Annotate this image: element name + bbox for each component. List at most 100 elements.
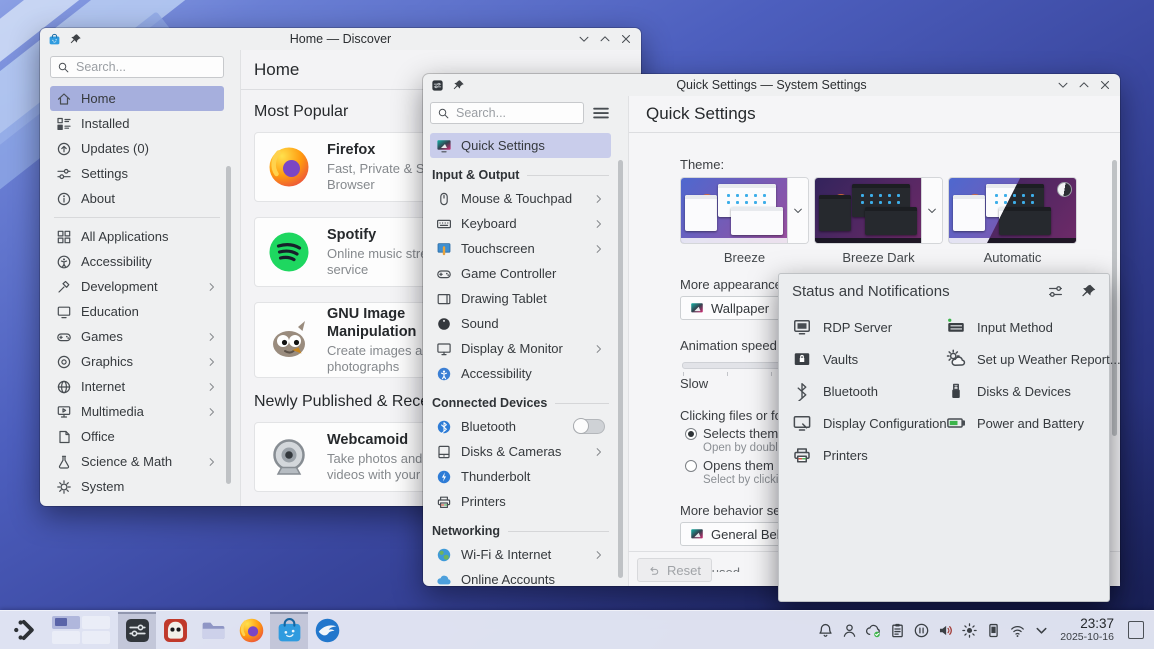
sidebar-item-accessibility[interactable]: Accessibility — [430, 361, 611, 386]
minimize-button[interactable] — [1056, 78, 1070, 92]
keyboard-icon — [436, 216, 452, 232]
sidebar-scrollbar[interactable] — [618, 160, 623, 578]
digital-clock[interactable]: 23:37 2025-10-16 — [1060, 617, 1114, 642]
sidebar-item-online-accounts[interactable]: Online Accounts — [430, 567, 611, 592]
popup-item-power-and-battery[interactable]: Power and Battery — [946, 412, 1106, 434]
gear-icon — [56, 479, 72, 495]
sidebar-item-wi-fi-internet[interactable]: Wi-Fi & Internet — [430, 542, 611, 567]
theme-dropdown-button[interactable] — [787, 178, 808, 243]
sidebar-item-about[interactable]: About — [50, 186, 224, 211]
reset-button[interactable]: Reset — [637, 558, 712, 582]
radio-opens-them[interactable] — [685, 460, 697, 472]
sidebar-item-label: Home — [81, 91, 116, 106]
sidebar-item-system[interactable]: System — [50, 474, 224, 499]
taskbar-app-falkon[interactable] — [308, 612, 346, 649]
taskbar-app-system-settings[interactable] — [118, 612, 156, 649]
sidebar-item-settings[interactable]: Settings — [50, 161, 224, 186]
sidebar-item-installed[interactable]: Installed — [50, 111, 224, 136]
maximize-button[interactable] — [1077, 78, 1091, 92]
popup-item-printers[interactable]: Printers — [792, 444, 942, 466]
popup-item-set-up-weather-report[interactable]: Set up Weather Report... — [946, 348, 1106, 370]
sidebar-item-office[interactable]: Office — [50, 424, 224, 449]
configure-icon[interactable] — [1047, 283, 1064, 300]
virtual-desktop-pager[interactable] — [52, 616, 110, 644]
sidebar-item-games[interactable]: Games — [50, 324, 224, 349]
search-input[interactable]: Search... — [50, 56, 224, 78]
sidebar-item-multimedia[interactable]: Multimedia — [50, 399, 224, 424]
minimize-button[interactable] — [577, 32, 591, 46]
sidebar-item-mouse-touchpad[interactable]: Mouse & Touchpad — [430, 186, 611, 211]
theme-option-automatic[interactable]: Automatic — [948, 177, 1077, 265]
pager-desktop-4[interactable] — [82, 631, 110, 644]
notifications-icon[interactable] — [817, 622, 834, 639]
close-button[interactable] — [1098, 78, 1112, 92]
sidebar-item-display-monitor[interactable]: Display & Monitor — [430, 336, 611, 361]
sidebar-item-all-applications[interactable]: All Applications — [50, 224, 224, 249]
search-input[interactable]: Search... — [430, 102, 584, 124]
radio-selects-them[interactable] — [685, 428, 697, 440]
theme-option-breeze-dark[interactable]: Breeze Dark — [814, 177, 943, 265]
sidebar-item-accessibility[interactable]: Accessibility — [50, 249, 224, 274]
installed-icon — [56, 116, 72, 132]
sidebar-item-home[interactable]: Home — [50, 86, 224, 111]
pin-icon[interactable] — [1080, 283, 1097, 300]
popup-item-vaults[interactable]: Vaults — [792, 348, 942, 370]
slow-label: Slow — [680, 376, 708, 391]
theme-option-breeze[interactable]: Breeze — [680, 177, 809, 265]
brightness-icon[interactable] — [961, 622, 978, 639]
sidebar-item-development[interactable]: Development — [50, 274, 224, 299]
sidebar-item-label: Mouse & Touchpad — [461, 191, 572, 206]
sidebar-item-sound[interactable]: Sound — [430, 311, 611, 336]
taskbar-app-firefox[interactable] — [232, 612, 270, 649]
sidebar-item-quick-settings[interactable]: Quick Settings — [430, 133, 611, 158]
expand-icon[interactable] — [1033, 622, 1050, 639]
sidebar-item-education[interactable]: Education — [50, 299, 224, 324]
close-button[interactable] — [619, 32, 633, 46]
bluetooth-toggle[interactable] — [573, 419, 605, 434]
pin-icon[interactable] — [69, 33, 82, 46]
media-pause-icon[interactable] — [913, 622, 930, 639]
user-icon[interactable] — [841, 622, 858, 639]
wifi-icon[interactable] — [1009, 622, 1026, 639]
taskbar-app-dolphin[interactable] — [194, 612, 232, 649]
sidebar-item-keyboard[interactable]: Keyboard — [430, 211, 611, 236]
show-desktop-button[interactable] — [1128, 621, 1144, 639]
app-launcher-button[interactable] — [10, 615, 40, 645]
sidebar-item-internet[interactable]: Internet — [50, 374, 224, 399]
theme-dropdown-button[interactable] — [921, 178, 942, 243]
sidebar-item-printers[interactable]: Printers — [430, 489, 611, 514]
sidebar-item-graphics[interactable]: Graphics — [50, 349, 224, 374]
sidebar-item-drawing-tablet[interactable]: Drawing Tablet — [430, 286, 611, 311]
pin-icon[interactable] — [452, 79, 465, 92]
content-scrollbar[interactable] — [1112, 160, 1117, 436]
device-icon[interactable] — [985, 622, 1002, 639]
popup-item-input-method[interactable]: Input Method — [946, 316, 1106, 338]
discover-titlebar[interactable]: Home — Discover — [40, 28, 641, 50]
popup-item-display-configuration[interactable]: Display Configuration — [792, 412, 942, 434]
display-config-icon — [792, 413, 812, 433]
sidebar-item-touchscreen[interactable]: Touchscreen — [430, 236, 611, 261]
sidebar-item-game-controller[interactable]: Game Controller — [430, 261, 611, 286]
popup-item-rdp-server[interactable]: RDP Server — [792, 316, 942, 338]
popup-item-bluetooth[interactable]: Bluetooth — [792, 380, 942, 402]
pager-desktop-3[interactable] — [52, 631, 80, 644]
sidebar-item-thunderbolt[interactable]: Thunderbolt — [430, 464, 611, 489]
volume-icon[interactable] — [937, 622, 954, 639]
taskbar-app-ghost-app[interactable] — [156, 612, 194, 649]
maximize-button[interactable] — [598, 32, 612, 46]
sidebar-item-updates-0[interactable]: Updates (0) — [50, 136, 224, 161]
sidebar-item-science-math[interactable]: Science & Math — [50, 449, 224, 474]
cloud-sync-icon[interactable] — [865, 622, 882, 639]
window-title: Home — Discover — [40, 32, 641, 46]
settings-titlebar[interactable]: Quick Settings — System Settings — [423, 74, 1120, 96]
pager-desktop-2[interactable] — [82, 616, 110, 629]
sidebar-scrollbar[interactable] — [226, 166, 231, 484]
clipboard-icon[interactable] — [889, 622, 906, 639]
thunderbolt-icon — [436, 469, 452, 485]
pager-desktop-1[interactable] — [52, 616, 80, 629]
sidebar-item-disks-cameras[interactable]: Disks & Cameras — [430, 439, 611, 464]
taskbar-app-discover[interactable] — [270, 612, 308, 649]
popup-item-disks-devices[interactable]: Disks & Devices — [946, 380, 1106, 402]
sidebar-item-bluetooth[interactable]: Bluetooth — [430, 414, 611, 439]
menu-button[interactable] — [591, 103, 611, 123]
